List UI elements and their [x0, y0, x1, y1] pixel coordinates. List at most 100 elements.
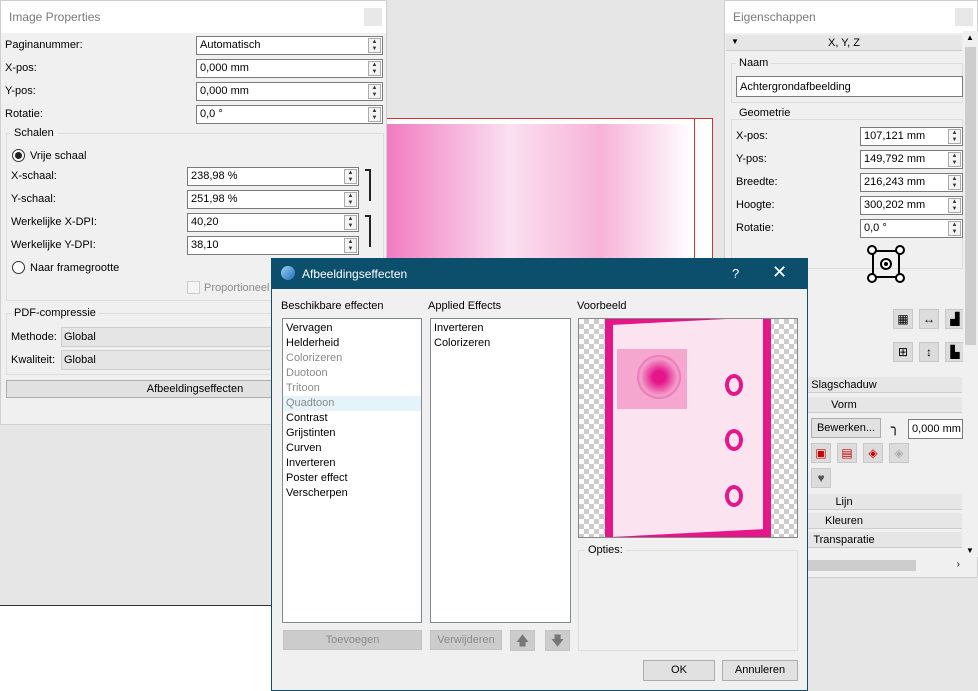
vertical-scrollbar[interactable]: ▲ ▼ — [963, 31, 978, 557]
effect-item[interactable]: Verscherpen — [283, 486, 421, 501]
dialog-title: Afbeeldingseffecten — [302, 267, 408, 281]
frame-size-label: Naar framegrootte — [30, 262, 120, 274]
rotation-input[interactable]: 0,0 ° ▲ ▼ — [196, 105, 383, 124]
anchor-point-icon[interactable] — [867, 245, 905, 283]
spinner-arrows-icon[interactable]: ▲ ▼ — [948, 221, 961, 236]
spinner-arrows-icon[interactable]: ▲ ▼ — [948, 175, 961, 190]
edit-shape-button[interactable]: Bewerken... — [811, 418, 881, 438]
rotation-input[interactable]: 0,0 ° ▲ ▼ — [860, 219, 963, 238]
cancel-button[interactable]: Annuleren — [722, 660, 798, 681]
wrap-contour-icon[interactable]: ◈ — [863, 443, 883, 463]
page-number-label: Paginanummer: — [5, 39, 83, 51]
spinner-arrows-icon[interactable]: ▲ ▼ — [948, 198, 961, 213]
effect-item[interactable]: Duotoon — [283, 366, 421, 381]
move-down-button[interactable]: 🡇 — [545, 630, 570, 651]
spinner-arrows-icon[interactable]: ▲ ▼ — [368, 38, 381, 53]
y-dpi-input[interactable]: 38,10 ▲ ▼ — [187, 236, 359, 255]
spinner-arrows-icon[interactable]: ▲ ▼ — [344, 192, 357, 207]
input-value: 0,000 mm — [200, 85, 249, 97]
flip-horizontal-icon[interactable]: ↔ — [919, 309, 939, 329]
input-value: 251,98 % — [191, 193, 238, 205]
input-value: 0,0 ° — [200, 108, 223, 120]
spinner-arrows-icon[interactable]: ▲ ▼ — [344, 169, 357, 184]
x-dpi-input[interactable]: 40,20 ▲ ▼ — [187, 213, 359, 232]
corner-radius-input[interactable]: 0,000 mm — [908, 419, 963, 439]
ok-button[interactable]: OK — [643, 660, 715, 681]
applied-effect-item[interactable]: Colorizeren — [431, 336, 570, 351]
close-button[interactable] — [955, 8, 973, 26]
section-xyz[interactable]: ▼ X, Y, Z — [726, 35, 962, 51]
effect-item[interactable]: Quadtoon — [283, 396, 421, 411]
grid-icon[interactable]: ▦ — [893, 309, 913, 329]
spinner-arrows-icon[interactable]: ▲ ▼ — [344, 238, 357, 253]
input-value: 238,98 % — [191, 170, 238, 182]
close-button[interactable] — [364, 8, 382, 26]
x-pos-label: X-pos: — [736, 130, 768, 142]
method-label: Methode: — [11, 331, 57, 343]
preview-label: Voorbeeld — [577, 300, 627, 312]
panel-title: Eigenschappen — [725, 1, 977, 33]
effect-item[interactable]: Grijstinten — [283, 426, 421, 441]
y-scale-input[interactable]: 251,98 % ▲ ▼ — [187, 190, 359, 209]
spinner-arrows-icon[interactable]: ▲ ▼ — [344, 215, 357, 230]
size-lock-icon[interactable]: ▙ — [945, 342, 965, 362]
preview-image — [578, 318, 798, 538]
frame-size-radio[interactable] — [12, 261, 25, 274]
app-icon — [281, 266, 295, 280]
input-value: 216,243 mm — [864, 176, 926, 188]
pdf-group-label: PDF-compressie — [11, 307, 99, 319]
available-effects-list[interactable]: Vervagen Helderheid Colorizeren Duotoon Trit… — [282, 318, 422, 623]
page-canvas — [383, 118, 713, 269]
spinner-arrows-icon[interactable]: ▲ ▼ — [368, 84, 381, 99]
close-icon[interactable]: ✕ — [772, 262, 787, 283]
custom-shape-icon[interactable]: ♥ — [811, 468, 831, 488]
effect-item[interactable]: Inverteren — [283, 456, 421, 471]
applied-effects-list[interactable]: Inverteren Colorizeren — [430, 318, 571, 623]
quality-label: Kwaliteit: — [11, 354, 56, 366]
effect-item[interactable]: Helderheid — [283, 336, 421, 351]
effect-item[interactable]: Poster effect — [283, 471, 421, 486]
wrap-frame-icon[interactable]: ▣ — [811, 443, 831, 463]
spinner-arrows-icon[interactable]: ▲ ▼ — [368, 61, 381, 76]
spinner-arrows-icon[interactable]: ▲ ▼ — [948, 152, 961, 167]
options-group — [578, 550, 798, 651]
wrap-image-icon[interactable]: ◈ — [889, 443, 909, 463]
lock-icon[interactable]: ▟ — [945, 309, 965, 329]
width-input[interactable]: 216,243 mm ▲ ▼ — [860, 173, 963, 192]
collapse-triangle-icon: ▼ — [731, 37, 739, 46]
y-pos-input[interactable]: 149,792 mm ▲ ▼ — [860, 150, 963, 169]
applied-effects-label: Applied Effects — [428, 300, 502, 312]
chain-link-icon[interactable] — [365, 215, 371, 247]
x-scale-input[interactable]: 238,98 % ▲ ▼ — [187, 167, 359, 186]
help-button[interactable]: ? — [732, 266, 739, 281]
spinner-arrows-icon[interactable]: ▲ ▼ — [948, 129, 961, 144]
effect-item[interactable]: Contrast — [283, 411, 421, 426]
x-scale-label: X-schaal: — [11, 170, 57, 182]
x-pos-input[interactable]: 107,121 mm ▲ ▼ — [860, 127, 963, 146]
grid-outline-icon[interactable]: ⊞ — [893, 342, 913, 362]
name-group-label: Naam — [736, 57, 772, 69]
move-up-button[interactable]: 🡅 — [510, 630, 535, 651]
page-number-input[interactable]: Automatisch ▲ ▼ — [196, 36, 383, 55]
spinner-arrows-icon[interactable]: ▲ ▼ — [368, 107, 381, 122]
height-input[interactable]: 300,202 mm ▲ ▼ — [860, 196, 963, 215]
wrap-bbox-icon[interactable]: ▤ — [837, 443, 857, 463]
input-value: 40,20 — [191, 216, 219, 228]
flip-vertical-icon[interactable]: ↕ — [919, 342, 939, 362]
y-pos-label: Y-pos: — [5, 85, 36, 97]
x-pos-label: X-pos: — [5, 62, 37, 74]
y-pos-input[interactable]: 0,000 mm ▲ ▼ — [196, 82, 383, 101]
add-button[interactable]: Toevoegen — [283, 630, 422, 650]
free-scale-radio[interactable] — [12, 149, 25, 162]
name-input[interactable]: Achtergrondafbeelding — [736, 76, 963, 97]
y-scale-label: Y-schaal: — [11, 193, 56, 205]
effect-item[interactable]: Vervagen — [283, 321, 421, 336]
applied-effect-item[interactable]: Inverteren — [431, 321, 570, 336]
remove-button[interactable]: Verwijderen — [430, 630, 502, 650]
chain-link-icon[interactable] — [365, 169, 371, 201]
effect-item[interactable]: Colorizeren — [283, 351, 421, 366]
x-pos-input[interactable]: 0,000 mm ▲ ▼ — [196, 59, 383, 78]
effect-item[interactable]: Tritoon — [283, 381, 421, 396]
effect-item[interactable]: Curven — [283, 441, 421, 456]
proportional-checkbox[interactable] — [187, 281, 200, 294]
